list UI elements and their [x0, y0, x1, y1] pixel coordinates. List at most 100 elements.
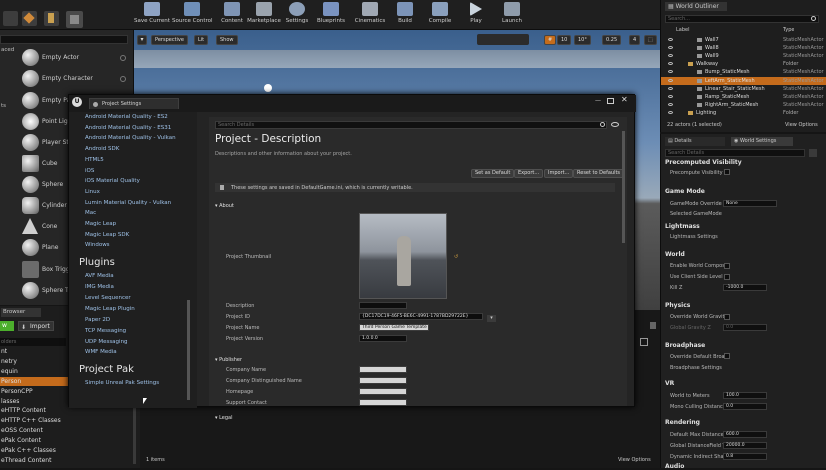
project-settings-tab[interactable]: Project Settings: [89, 98, 179, 109]
nav-item[interactable]: Level Sequencer: [85, 295, 131, 301]
outliner-row[interactable]: RightArm_StaticMesh StaticMeshActor: [661, 101, 826, 109]
outliner-search-input[interactable]: Search...: [665, 15, 819, 23]
section-audio[interactable]: Audio: [665, 463, 684, 470]
field-input[interactable]: [359, 366, 407, 373]
override-broadphase-checkbox[interactable]: [724, 353, 730, 359]
nav-item[interactable]: Lumin Material Quality - Vulkan: [85, 200, 171, 206]
nav-scrollbar[interactable]: [187, 300, 190, 400]
show-button[interactable]: Show: [216, 35, 238, 45]
global-distance-field[interactable]: 20000.0: [723, 442, 767, 449]
outliner-row[interactable]: Wall8 StaticMeshActor: [661, 44, 826, 52]
mono-culling-field[interactable]: 0.0: [723, 403, 767, 410]
nav-item[interactable]: Magic Leap: [85, 221, 116, 227]
nav-item[interactable]: Simple Unreal Pak Settings: [85, 380, 159, 386]
outliner-row[interactable]: Wall7 StaticMeshActor: [661, 36, 826, 44]
nav-item[interactable]: HTML5: [85, 157, 104, 163]
section-rendering[interactable]: Rendering: [665, 419, 700, 426]
add-new-button[interactable]: w: [0, 321, 14, 331]
nav-item[interactable]: iOS Material Quality: [85, 178, 140, 184]
eye-icon[interactable]: [668, 86, 673, 90]
build-button[interactable]: Build: [385, 2, 425, 29]
details-search-input[interactable]: Search Details: [665, 149, 805, 157]
field-input[interactable]: [359, 399, 407, 406]
folder-tree-item[interactable]: eHTTP C++ Classes: [0, 416, 128, 425]
folder-tree-item[interactable]: eThread Content: [0, 456, 128, 465]
play-button[interactable]: Play: [456, 2, 496, 29]
eye-icon[interactable]: [668, 38, 673, 41]
place-item-empty-character[interactable]: Empty Character: [0, 68, 134, 89]
section-precomputed-visibility[interactable]: Precomputed Visibility: [665, 159, 742, 166]
gamemode-override-select[interactable]: None: [723, 200, 777, 207]
kill-z-field[interactable]: -1000.0: [723, 284, 767, 291]
nav-item[interactable]: UDP Messaging: [85, 339, 128, 345]
eye-icon[interactable]: [668, 46, 673, 50]
eye-icon[interactable]: [611, 122, 619, 127]
section-physics[interactable]: Physics: [665, 302, 690, 309]
grid-snap-toggle[interactable]: #: [544, 35, 557, 45]
nav-item[interactable]: Windows: [85, 242, 110, 248]
nav-item[interactable]: Linux: [85, 189, 100, 195]
nav-item[interactable]: Android SDK: [85, 146, 119, 152]
viewport-options-button[interactable]: ▾: [137, 35, 147, 45]
launch-button[interactable]: Launch: [492, 2, 532, 29]
outliner-row[interactable]: Linear_Stair_StaticMesh StaticMeshActor: [661, 85, 826, 93]
precompute-visibility-checkbox[interactable]: [724, 169, 730, 175]
folder-tree-item[interactable]: ePak C++ Classes: [0, 446, 128, 455]
camera-speed-button[interactable]: 4: [629, 35, 641, 45]
nav-item[interactable]: Android Material Quality - ES2: [85, 114, 168, 120]
project-thumbnail[interactable]: [359, 213, 447, 299]
section-world[interactable]: World: [665, 251, 685, 258]
outliner-tab[interactable]: ▦ World Outliner: [665, 2, 727, 11]
import-button[interactable]: Import...: [544, 169, 574, 178]
nav-item[interactable]: Magic Leap SDK: [85, 232, 129, 238]
outliner-row[interactable]: Ramp_StaticMesh StaticMeshActor: [661, 93, 826, 101]
window-titlebar[interactable]: U Project Settings — ✕: [69, 95, 636, 112]
col-label-header[interactable]: Label: [676, 27, 690, 33]
mode-tab-landscape[interactable]: [44, 11, 59, 26]
nav-item[interactable]: Android Material Quality - ES31: [85, 125, 171, 131]
override-gravity-checkbox[interactable]: [724, 314, 730, 320]
place-item-empty-actor[interactable]: Empty Actor: [0, 47, 134, 68]
maximize-button[interactable]: [607, 98, 614, 104]
perspective-button[interactable]: Perspective: [151, 35, 188, 45]
eye-icon[interactable]: [668, 54, 673, 58]
section-broadphase[interactable]: Broadphase: [665, 342, 705, 349]
section-lightmass[interactable]: Lightmass: [665, 223, 700, 230]
lit-button[interactable]: Lit: [194, 35, 209, 45]
nav-item[interactable]: Magic Leap Plugin: [85, 306, 135, 312]
close-button[interactable]: ✕: [621, 96, 629, 104]
section-game-mode[interactable]: Game Mode: [665, 188, 705, 195]
eye-icon[interactable]: [668, 102, 673, 106]
blueprints-button[interactable]: Blueprints: [311, 2, 351, 29]
field-input[interactable]: [359, 377, 407, 384]
view-toggle-icon[interactable]: [809, 149, 817, 157]
section-legal[interactable]: ▾ Legal: [215, 415, 233, 421]
details-tab[interactable]: ▤ Details: [665, 137, 725, 146]
asset-view-options-button[interactable]: View Options: [618, 457, 651, 463]
col-type-header[interactable]: Type: [783, 27, 794, 33]
world-composition-checkbox[interactable]: [724, 263, 730, 269]
eye-icon[interactable]: [668, 70, 673, 74]
content-browser-tab[interactable]: Browser: [1, 308, 41, 317]
content-scrollbar[interactable]: [622, 131, 625, 243]
nav-item[interactable]: Android Material Quality - Vulkan: [85, 135, 176, 141]
compile-button[interactable]: Compile: [420, 2, 460, 29]
cinematics-button[interactable]: Cinematics: [350, 2, 390, 29]
nav-item[interactable]: Mac: [85, 210, 96, 216]
outliner-view-options-button[interactable]: View Options: [785, 122, 818, 128]
search-input[interactable]: [0, 35, 128, 44]
outliner-folder[interactable]: Walkway Folder: [661, 60, 826, 68]
eye-icon[interactable]: [668, 110, 673, 114]
minimize-button[interactable]: —: [595, 98, 603, 105]
field-input[interactable]: [359, 302, 407, 309]
outliner-row[interactable]: Wall9 StaticMeshActor: [661, 52, 826, 60]
world-settings-tab[interactable]: ◉ World Settings: [731, 137, 793, 146]
nav-item[interactable]: TCP Messaging: [85, 328, 126, 334]
nav-item[interactable]: IMG Media: [85, 284, 114, 290]
default-max-distance-field[interactable]: 600.0: [723, 431, 767, 438]
nav-item[interactable]: Paper 2D: [85, 317, 110, 323]
world-to-meters-field[interactable]: 100.0: [723, 392, 767, 399]
mode-tab-foliage[interactable]: [66, 11, 83, 28]
export-button[interactable]: Export...: [514, 169, 544, 178]
folder-search-input[interactable]: olders: [0, 338, 66, 346]
